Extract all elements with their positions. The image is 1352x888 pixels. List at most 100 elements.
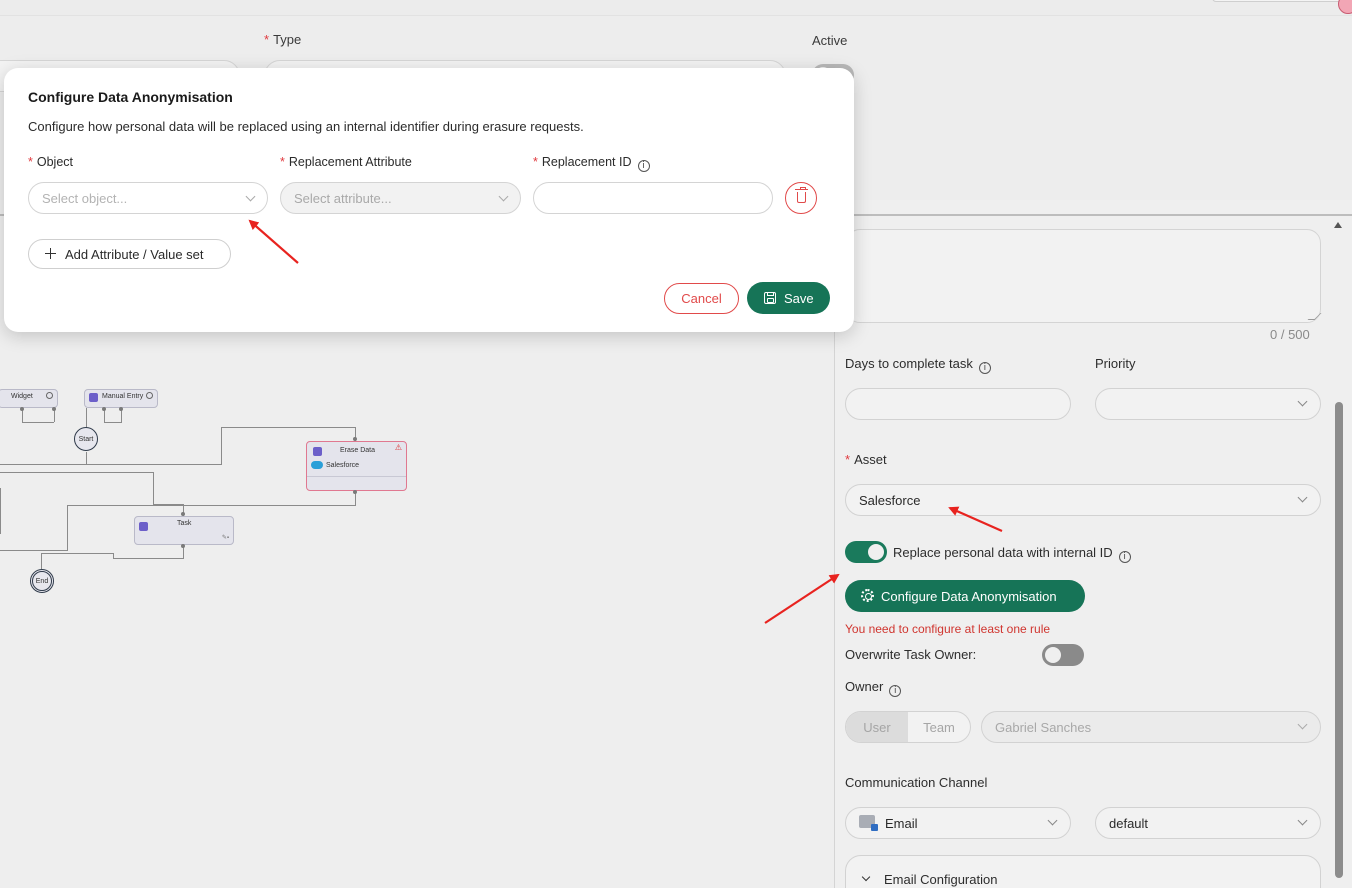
replacement-attribute-placeholder: Select attribute... bbox=[294, 190, 392, 206]
info-icon: i bbox=[1118, 551, 1131, 563]
connector bbox=[68, 505, 356, 506]
replace-toggle-label: Replace personal data with internal ID i bbox=[893, 545, 1131, 563]
chevron-down-icon bbox=[498, 191, 509, 202]
salesforce-icon bbox=[311, 461, 323, 469]
connector-dot bbox=[353, 490, 357, 494]
save-button-label: Save bbox=[784, 290, 814, 306]
description-textarea[interactable] bbox=[846, 229, 1321, 323]
widget-node-label: Widget bbox=[11, 393, 33, 400]
connector-dot bbox=[102, 407, 106, 411]
owner-type-toggle[interactable]: User Team bbox=[845, 711, 971, 743]
days-input[interactable] bbox=[845, 388, 1071, 420]
erase-data-node[interactable]: Erase Data ⚠ Salesforce bbox=[306, 441, 407, 491]
active-label: Active bbox=[812, 33, 848, 48]
connector bbox=[41, 553, 114, 554]
owner-type-user[interactable]: User bbox=[846, 712, 908, 742]
replace-personal-data-toggle[interactable] bbox=[845, 541, 887, 563]
connector-dot bbox=[52, 407, 56, 411]
info-icon bbox=[146, 392, 153, 399]
edit-icon[interactable]: ✎▪ bbox=[222, 534, 229, 541]
plus-icon bbox=[45, 248, 56, 259]
modal-description: Configure how personal data will be repl… bbox=[28, 119, 584, 134]
email-configuration-label: Email Configuration bbox=[884, 872, 998, 887]
owner-type-team[interactable]: Team bbox=[908, 712, 970, 742]
communication-channel-value: Email bbox=[885, 815, 918, 831]
connector-dot bbox=[353, 437, 357, 441]
days-label-text: Days to complete task bbox=[845, 356, 973, 371]
owner-select[interactable]: Gabriel Sanches bbox=[981, 711, 1321, 743]
description-counter: 0 / 500 bbox=[1270, 327, 1310, 342]
connector bbox=[67, 505, 68, 551]
add-attribute-value-set-button[interactable]: Add Attribute / Value set bbox=[28, 239, 231, 269]
add-button-label: Add Attribute / Value set bbox=[65, 246, 204, 262]
configure-button-label: Configure Data Anonymisation bbox=[881, 588, 1057, 604]
connector-dot bbox=[181, 544, 185, 548]
owner-label-text: Owner bbox=[845, 679, 884, 694]
save-icon bbox=[764, 292, 776, 304]
modal-title: Configure Data Anonymisation bbox=[28, 89, 233, 105]
connector bbox=[0, 464, 221, 465]
connector bbox=[221, 427, 222, 465]
email-template-value: default bbox=[1109, 815, 1149, 831]
scroll-up-arrow[interactable] bbox=[1334, 222, 1342, 228]
replace-toggle-label-text: Replace personal data with internal ID bbox=[893, 545, 1113, 560]
object-select[interactable]: Select object... bbox=[28, 182, 268, 214]
end-node[interactable]: End bbox=[30, 569, 54, 593]
top-button[interactable] bbox=[1212, 0, 1342, 2]
object-label: * Object bbox=[28, 155, 74, 169]
connector bbox=[104, 422, 122, 423]
replacement-id-input[interactable] bbox=[533, 182, 773, 214]
manual-entry-node[interactable]: Manual Entry bbox=[84, 389, 158, 408]
form-icon bbox=[89, 393, 98, 402]
top-bar bbox=[0, 0, 1352, 16]
connector-dot bbox=[119, 407, 123, 411]
info-icon: i bbox=[889, 685, 902, 697]
overwrite-owner-toggle[interactable] bbox=[1042, 644, 1084, 666]
replacement-attribute-label-text: Replacement Attribute bbox=[288, 155, 412, 169]
communication-channel-select[interactable]: Email bbox=[845, 807, 1071, 839]
asset-select[interactable]: Salesforce bbox=[845, 484, 1321, 516]
chevron-down-icon bbox=[245, 191, 256, 202]
replacement-attribute-select[interactable]: Select attribute... bbox=[280, 182, 521, 214]
trash-icon bbox=[795, 187, 808, 203]
asset-label-text: Asset bbox=[854, 452, 887, 467]
owner-label: Owner i bbox=[845, 679, 902, 697]
gear-icon bbox=[861, 589, 874, 602]
asset-label: * Asset bbox=[845, 452, 887, 467]
info-icon: i bbox=[637, 160, 650, 172]
cancel-button[interactable]: Cancel bbox=[664, 283, 739, 314]
erase-data-node-asset: Salesforce bbox=[326, 462, 360, 469]
priority-label: Priority bbox=[1095, 356, 1136, 371]
save-button[interactable]: Save bbox=[747, 282, 830, 314]
end-node-label: End bbox=[35, 577, 49, 585]
connector bbox=[0, 472, 154, 473]
node-divider bbox=[307, 476, 406, 477]
overwrite-owner-label: Overwrite Task Owner: bbox=[845, 647, 977, 662]
configure-data-anonymisation-modal: Configure Data Anonymisation Configure h… bbox=[4, 68, 854, 332]
widget-node[interactable]: Widget bbox=[0, 389, 58, 408]
panel-scrollbar-thumb[interactable] bbox=[1335, 402, 1343, 878]
asset-select-value: Salesforce bbox=[859, 492, 921, 508]
delete-row-button[interactable] bbox=[785, 182, 817, 214]
object-select-placeholder: Select object... bbox=[42, 190, 128, 206]
task-node-label: Task bbox=[177, 520, 192, 527]
replacement-attribute-label: * Replacement Attribute bbox=[280, 155, 412, 169]
days-label: Days to complete task i bbox=[845, 356, 991, 374]
email-template-select[interactable]: default bbox=[1095, 807, 1321, 839]
connector bbox=[0, 550, 68, 551]
configure-data-anonymisation-button[interactable]: Configure Data Anonymisation bbox=[845, 580, 1085, 612]
type-label: * Type bbox=[264, 32, 302, 47]
info-icon: i bbox=[978, 362, 991, 374]
replacement-id-label: * Replacement ID i bbox=[533, 155, 650, 172]
connector bbox=[86, 408, 87, 428]
start-node[interactable]: Start bbox=[74, 427, 98, 451]
validation-error: You need to configure at least one rule bbox=[845, 622, 1051, 636]
lock-icon bbox=[313, 447, 322, 456]
connector-dot bbox=[181, 512, 185, 516]
start-node-label: Start bbox=[78, 435, 94, 443]
connector bbox=[153, 472, 154, 504]
priority-select[interactable] bbox=[1095, 388, 1321, 420]
connector bbox=[221, 427, 356, 428]
erase-data-node-label: Erase Data bbox=[340, 447, 376, 454]
task-node[interactable]: Task ✎▪ bbox=[134, 516, 234, 545]
